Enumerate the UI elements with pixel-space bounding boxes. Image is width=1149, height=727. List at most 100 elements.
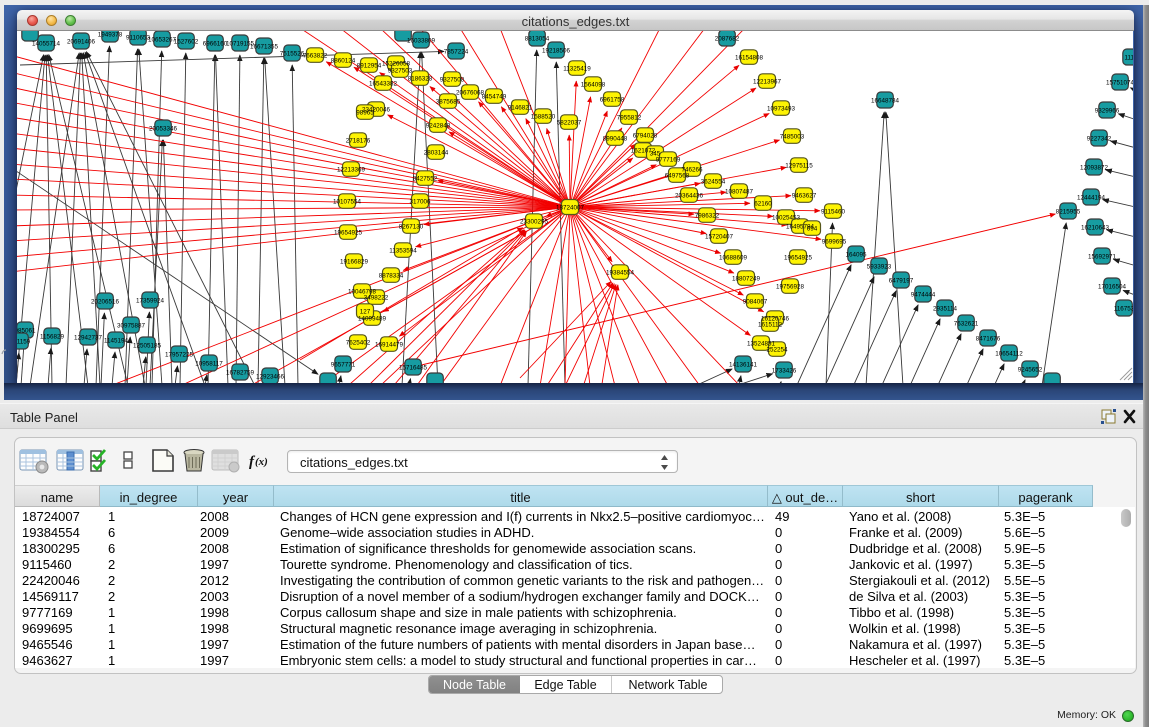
- svg-text:1949378: 1949378: [98, 32, 123, 39]
- svg-text:1588520: 1588520: [531, 114, 556, 121]
- svg-text:1112: 1112: [1124, 55, 1133, 62]
- svg-text:3875685: 3875685: [436, 99, 461, 106]
- svg-text:8813054: 8813054: [525, 36, 550, 43]
- svg-text:391159: 391159: [17, 339, 31, 346]
- svg-text:15720407: 15720407: [705, 234, 734, 241]
- svg-text:12942737: 12942737: [74, 335, 103, 342]
- svg-text:12975115: 12975115: [785, 163, 813, 170]
- svg-text:9463627: 9463627: [792, 193, 817, 200]
- svg-text:116753: 116753: [1114, 306, 1133, 313]
- svg-text:62160: 62160: [754, 201, 772, 208]
- svg-text:20364436: 20364436: [675, 193, 704, 200]
- svg-text:9110653: 9110653: [126, 35, 151, 42]
- svg-text:12213369: 12213369: [337, 167, 366, 174]
- svg-text:10654112: 10654112: [995, 351, 1023, 358]
- svg-text:9146821: 9146821: [508, 105, 533, 112]
- svg-text:1615112: 1615112: [758, 322, 783, 329]
- svg-text:164095: 164095: [845, 252, 867, 259]
- svg-text:8215955: 8215955: [1056, 209, 1081, 216]
- svg-text:10046798: 10046798: [348, 289, 377, 296]
- svg-text:7857224: 7857224: [444, 49, 469, 56]
- svg-text:8860124: 8860124: [331, 58, 356, 65]
- svg-text:9474444: 9474444: [911, 292, 936, 299]
- svg-text:16782759: 16782759: [226, 370, 255, 377]
- svg-text:11325419: 11325419: [563, 66, 591, 73]
- svg-text:9777169: 9777169: [656, 157, 681, 164]
- svg-text:1733426: 1733426: [772, 368, 797, 375]
- svg-text:9327503: 9327503: [388, 68, 413, 75]
- svg-text:7663822: 7663822: [303, 53, 328, 60]
- svg-text:10807487: 10807487: [725, 189, 754, 196]
- svg-text:8912954: 8912954: [357, 63, 382, 70]
- svg-text:16154808: 16154808: [735, 55, 764, 62]
- svg-text:3498222: 3498222: [364, 295, 389, 302]
- svg-text:16914479: 16914479: [375, 342, 404, 349]
- svg-text:17016504: 17016504: [1098, 284, 1127, 291]
- svg-text:18807249: 18807249: [732, 276, 761, 283]
- svg-text:15692971: 15692971: [1088, 254, 1117, 261]
- svg-text:6966160: 6966160: [203, 41, 228, 48]
- svg-text:15226058: 15226058: [382, 61, 411, 68]
- svg-text:6961758: 6961758: [600, 97, 625, 104]
- svg-text:23300295: 23300295: [520, 219, 549, 226]
- svg-text:19654925: 19654925: [334, 230, 363, 237]
- svg-text:16033809: 16033809: [407, 38, 436, 45]
- svg-text:15716485: 15716485: [399, 365, 428, 372]
- svg-text:12923466: 12923466: [256, 374, 285, 381]
- svg-text:15751074: 15751074: [1106, 80, 1133, 87]
- svg-text:30975887: 30975887: [117, 323, 146, 330]
- svg-text:16648784: 16648784: [871, 98, 900, 105]
- svg-text:10958117: 10958117: [195, 361, 223, 368]
- svg-text:6497568: 6497568: [665, 173, 690, 180]
- svg-text:985061: 985061: [17, 328, 36, 335]
- svg-text:9329966: 9329966: [1095, 108, 1120, 115]
- svg-text:5822037: 5822037: [557, 120, 582, 127]
- svg-text:19756928: 19756928: [776, 284, 805, 291]
- svg-text:(x): (x): [255, 456, 268, 468]
- svg-text:16671355: 16671355: [250, 44, 279, 51]
- svg-text:1145194: 1145194: [104, 338, 129, 345]
- svg-text:7986322: 7986322: [695, 213, 720, 220]
- svg-text:98965: 98965: [356, 110, 374, 117]
- svg-text:9657771: 9657771: [331, 362, 356, 369]
- svg-text:14136141: 14136141: [729, 362, 758, 369]
- svg-text:20206516: 20206516: [91, 299, 120, 306]
- svg-text:7485003: 7485003: [780, 134, 805, 141]
- svg-text:9084067: 9084067: [743, 299, 768, 306]
- svg-text:7632621: 7632621: [954, 321, 979, 328]
- svg-text:16210643: 16210643: [1081, 225, 1110, 232]
- svg-text:8427552: 8427552: [413, 176, 438, 183]
- svg-text:8990448: 8990448: [603, 136, 628, 143]
- svg-text:7625402: 7625402: [346, 340, 371, 347]
- svg-text:9699695: 9699695: [822, 239, 847, 246]
- svg-text:12213967: 12213967: [753, 79, 782, 86]
- svg-text:8471676: 8471676: [976, 336, 1001, 343]
- svg-text:19384554: 19384554: [606, 270, 635, 277]
- svg-text:10973493: 10973493: [767, 106, 796, 113]
- svg-text:20676068: 20676068: [456, 90, 485, 97]
- svg-text:10653267: 10653267: [148, 37, 177, 44]
- svg-text:19166829: 19166829: [340, 259, 369, 266]
- svg-text:7955812: 7955812: [617, 115, 642, 122]
- svg-text:19654925: 19654925: [784, 255, 813, 262]
- svg-text:11353594: 11353594: [389, 248, 417, 255]
- svg-text:12505185: 12505185: [133, 343, 162, 350]
- svg-text:9327508: 9327508: [440, 77, 465, 84]
- svg-text:14099489: 14099489: [358, 316, 387, 323]
- svg-text:7515526: 7515526: [280, 51, 305, 58]
- svg-text:17957225: 17957225: [165, 352, 194, 359]
- svg-text:1156829: 1156829: [40, 334, 65, 341]
- svg-text:694: 694: [807, 226, 818, 233]
- svg-text:2803144: 2803144: [424, 150, 449, 157]
- svg-text:1564098: 1564098: [581, 82, 606, 89]
- svg-text:10688609: 10688609: [719, 255, 748, 262]
- svg-text:2087682: 2087682: [715, 36, 740, 43]
- svg-text:20053346: 20053346: [149, 126, 178, 133]
- svg-text:3624554: 3624554: [701, 179, 726, 186]
- svg-text:19218506: 19218506: [542, 48, 571, 55]
- svg-text:12093872: 12093872: [1080, 165, 1109, 172]
- svg-text:8878334: 8878334: [379, 273, 404, 280]
- svg-text:12444194: 12444194: [1077, 195, 1106, 202]
- svg-text:14055714: 14055714: [32, 41, 61, 48]
- svg-text:127: 127: [360, 309, 371, 316]
